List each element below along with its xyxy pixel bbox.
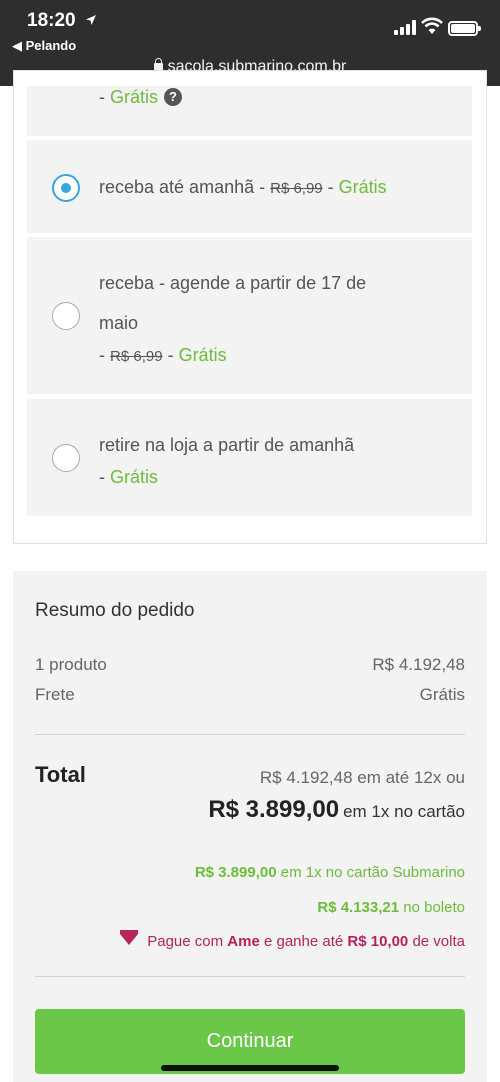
shipping-option-partial-price: - Grátis? — [99, 78, 183, 117]
summary-title: Resumo do pedido — [35, 600, 195, 621]
promo-boleto: R$ 4.133,21 no boleto — [317, 899, 465, 916]
shipping-option-partial[interactable] — [27, 86, 472, 136]
shipping-value: Grátis — [419, 685, 465, 704]
wifi-icon — [421, 17, 443, 34]
order-summary — [13, 571, 487, 1082]
shipping-label: Frete — [35, 685, 75, 704]
divider — [35, 976, 465, 977]
location-arrow-icon — [86, 15, 96, 25]
shipping-option-scheduled-line1: receba - agende a partir de 17 de — [99, 273, 367, 293]
installments-text: R$ 4.192,48 em até 12x ou — [259, 768, 465, 787]
back-to-app-link[interactable]: ◀ Pelando — [12, 38, 76, 54]
radio-tomorrow[interactable] — [52, 174, 80, 202]
ame-gem-icon — [120, 930, 139, 945]
promo-ame: Pague com Ame e ganhe até R$ 10,00 de vo… — [120, 930, 465, 950]
shipping-option-scheduled[interactable] — [27, 237, 472, 394]
radio-scheduled[interactable] — [52, 302, 80, 330]
divider — [35, 734, 465, 735]
cellular-signal-icon — [394, 19, 416, 35]
battery-icon — [448, 21, 481, 36]
shipping-option-tomorrow-label: receba até amanhã - R$ 6,99 - Grátis — [99, 177, 387, 197]
products-value: R$ 4.192,48 — [372, 655, 465, 674]
home-indicator — [161, 1065, 339, 1071]
products-label: 1 produto — [35, 655, 107, 674]
shipping-option-store-pickup-price: - Grátis — [99, 467, 159, 487]
promo-submarino-card: R$ 3.899,00 em 1x no cartão Submarino — [194, 864, 465, 881]
shipping-option-scheduled-price: - R$ 6,99 - Grátis — [99, 345, 227, 365]
clock: 18:20 — [27, 10, 76, 31]
total-price: R$ 3.899,00 em 1x no cartão — [208, 796, 465, 823]
help-icon[interactable]: ? — [164, 88, 183, 106]
radio-store-pickup[interactable] — [52, 444, 80, 472]
total-label: Total — [35, 762, 86, 787]
